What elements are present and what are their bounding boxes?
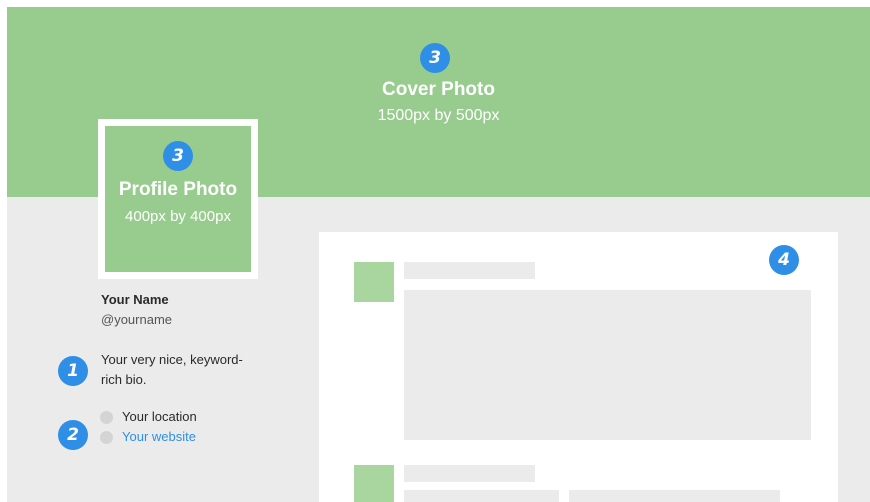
profile-photo-area: 3 Profile Photo 400px by 400px (105, 126, 251, 272)
location-bullet-icon (100, 411, 113, 424)
profile-bio: Your very nice, keyword-rich bio. (101, 352, 243, 387)
tweet-avatar-placeholder (354, 262, 394, 302)
info-number-badge: 2 (58, 420, 88, 450)
feed-number-badge: 4 (769, 245, 799, 275)
profile-name: Your Name (101, 292, 169, 307)
profile-handle: @yourname (101, 312, 173, 327)
tweet-media-placeholder (569, 490, 780, 502)
profile-photo-dimensions: 400px by 400px (125, 208, 231, 225)
profile-website-link[interactable]: Your website (122, 429, 196, 444)
bio-number-badge: 1 (58, 356, 88, 386)
tweet-feed: 4 (319, 232, 838, 502)
profile-mockup: 3 Cover Photo 1500px by 500px 3 Profile … (7, 7, 870, 502)
website-bullet-icon (100, 431, 113, 444)
profile-number-badge: 3 (163, 141, 193, 171)
tweet-media-placeholder (404, 290, 811, 440)
tweet-header-placeholder (404, 465, 535, 482)
cover-photo-title: Cover Photo (382, 79, 495, 100)
profile-photo-frame: 3 Profile Photo 400px by 400px (98, 119, 258, 279)
tweet-header-placeholder (404, 262, 535, 279)
tweet-avatar-placeholder (354, 465, 394, 502)
cover-number-badge: 3 (420, 43, 450, 73)
tweet-media-placeholder (404, 490, 559, 502)
profile-photo-title: Profile Photo (118, 179, 238, 200)
profile-location: Your location (122, 409, 197, 424)
